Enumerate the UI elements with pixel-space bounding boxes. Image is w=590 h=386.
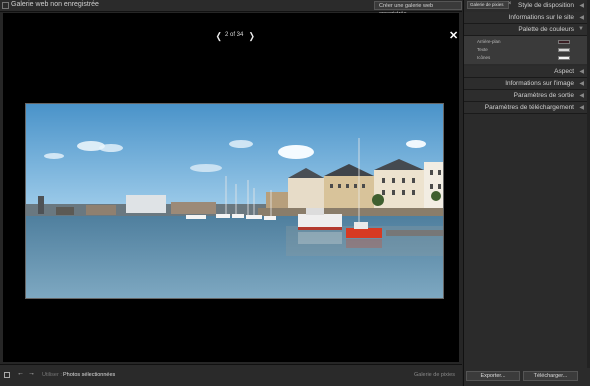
photo-counter: 2 of 34	[225, 32, 244, 38]
triangle-left-icon: ◀	[579, 69, 584, 75]
triangle-left-icon: ◀	[579, 15, 584, 21]
icons-color-label: Icônes	[477, 55, 491, 60]
section-label: Style de disposition	[517, 2, 574, 9]
grid-view-icon[interactable]	[4, 372, 10, 378]
section-upload-settings[interactable]: Paramètres de téléchargement ◀	[464, 102, 587, 114]
triangle-down-icon: ▼	[578, 26, 584, 32]
section-label: Paramètres de sortie	[513, 92, 574, 99]
color-palette-panel: Arrière-plan Texte Icônes	[464, 36, 587, 64]
chevron-right-icon[interactable]: ❯	[249, 31, 255, 42]
section-label: Palette de couleurs	[518, 26, 574, 33]
section-site-info[interactable]: Informations sur le site ◀	[464, 12, 587, 24]
background-color-swatch[interactable]	[558, 40, 570, 44]
panel-toggle-icon[interactable]	[2, 2, 9, 9]
text-color-swatch[interactable]	[558, 48, 570, 52]
harbor-photo-image	[26, 104, 443, 298]
section-label: Aspect	[554, 68, 574, 75]
harbor-photo	[25, 103, 444, 299]
arrow-left-icon[interactable]: ←	[17, 370, 24, 377]
upload-button[interactable]: Télécharger...	[523, 371, 578, 381]
triangle-left-icon: ◀	[579, 3, 584, 9]
triangle-left-icon: ◀	[579, 105, 584, 111]
section-image-info[interactable]: Informations sur l'image ◀	[464, 78, 587, 90]
preview-toolbar: Galerie web non enregistrée Créer une ga…	[0, 0, 462, 17]
section-output-settings[interactable]: Paramètres de sortie ◀	[464, 90, 587, 102]
section-layout-style[interactable]: Style de disposition ◀	[464, 0, 587, 12]
section-color-palette[interactable]: Palette de couleurs ▼	[464, 24, 587, 36]
background-color-label: Arrière-plan	[477, 39, 501, 44]
create-saved-gallery-button[interactable]: Créer une galerie web enregistrée	[374, 1, 462, 17]
triangle-left-icon: ◀	[579, 81, 584, 87]
use-selection-dropdown[interactable]: Photos sélectionnées	[63, 372, 115, 378]
gallery-preview: ❮ 2 of 34 ❯ ✕	[3, 13, 459, 362]
section-label: Informations sur l'image	[505, 80, 574, 87]
section-label: Informations sur le site	[508, 14, 574, 21]
web-gallery-module: Galerie web non enregistrée Créer une ga…	[0, 0, 590, 386]
close-icon[interactable]: ✕	[449, 29, 458, 42]
triangle-left-icon: ◀	[579, 93, 584, 99]
use-label: Utiliser :	[42, 372, 62, 378]
gallery-title: Galerie web non enregistrée	[11, 1, 99, 8]
chevron-left-icon[interactable]: ❮	[216, 31, 222, 42]
right-panel: Galerie de pixies × Style de disposition…	[463, 0, 590, 386]
text-color-label: Texte	[477, 47, 488, 52]
preview-bottom-bar: ← → Utiliser : Photos sélectionnées Gale…	[0, 364, 462, 386]
export-button[interactable]: Exporter...	[466, 371, 520, 381]
arrow-right-icon[interactable]: →	[28, 370, 35, 377]
section-label: Paramètres de téléchargement	[484, 104, 574, 111]
section-appearance[interactable]: Aspect ◀	[464, 66, 587, 78]
gallery-type-label: Galerie de pixies	[414, 372, 455, 378]
panel-footer: Exporter... Télécharger...	[464, 368, 590, 386]
icons-color-swatch[interactable]	[558, 56, 570, 60]
